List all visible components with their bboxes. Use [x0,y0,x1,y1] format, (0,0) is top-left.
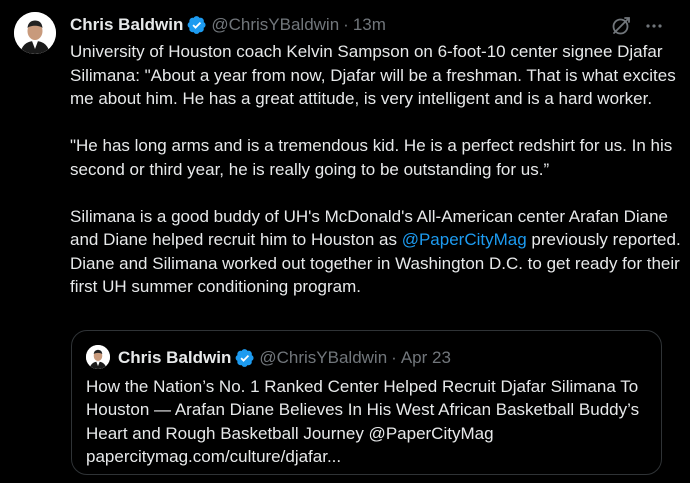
author-name[interactable]: Chris Baldwin [70,15,183,35]
tweet-header: Chris Baldwin @ChrisYBaldwin · 13m [70,14,386,36]
tweet-paragraph-1: University of Houston coach Kelvin Samps… [70,42,676,108]
more-options-icon[interactable] [643,15,665,37]
quoted-author-handle[interactable]: @ChrisYBaldwin [259,348,387,368]
grok-icon[interactable] [610,15,632,37]
author-handle[interactable]: @ChrisYBaldwin [211,15,339,35]
quoted-avatar-image [86,345,110,369]
verified-badge-icon[interactable] [187,15,207,35]
quoted-tweet-card[interactable]: Chris Baldwin @ChrisYBaldwin · Apr 23 Ho… [71,330,662,475]
separator-dot: · [343,15,349,34]
quoted-separator-dot: · [391,348,397,367]
avatar-image [14,12,56,54]
quoted-tweet-text: How the Nation’s No. 1 Ranked Center Hel… [86,377,640,466]
quoted-verified-badge-icon[interactable] [235,348,255,368]
quoted-tweet-header: Chris Baldwin @ChrisYBaldwin · Apr 23 [118,347,451,369]
tweet-paragraph-3: Silimana is a good buddy of UH's McDonal… [70,205,682,299]
avatar[interactable] [14,12,56,54]
mention-link[interactable]: @PaperCityMag [402,230,527,249]
tweet-text: University of Houston coach Kelvin Samps… [70,40,682,299]
quoted-date[interactable]: Apr 23 [401,348,451,368]
quoted-avatar[interactable] [86,345,110,369]
tweet-paragraph-2: "He has long arms and is a tremendous ki… [70,136,673,179]
quoted-author-name[interactable]: Chris Baldwin [118,348,231,368]
timestamp[interactable]: 13m [353,15,386,35]
